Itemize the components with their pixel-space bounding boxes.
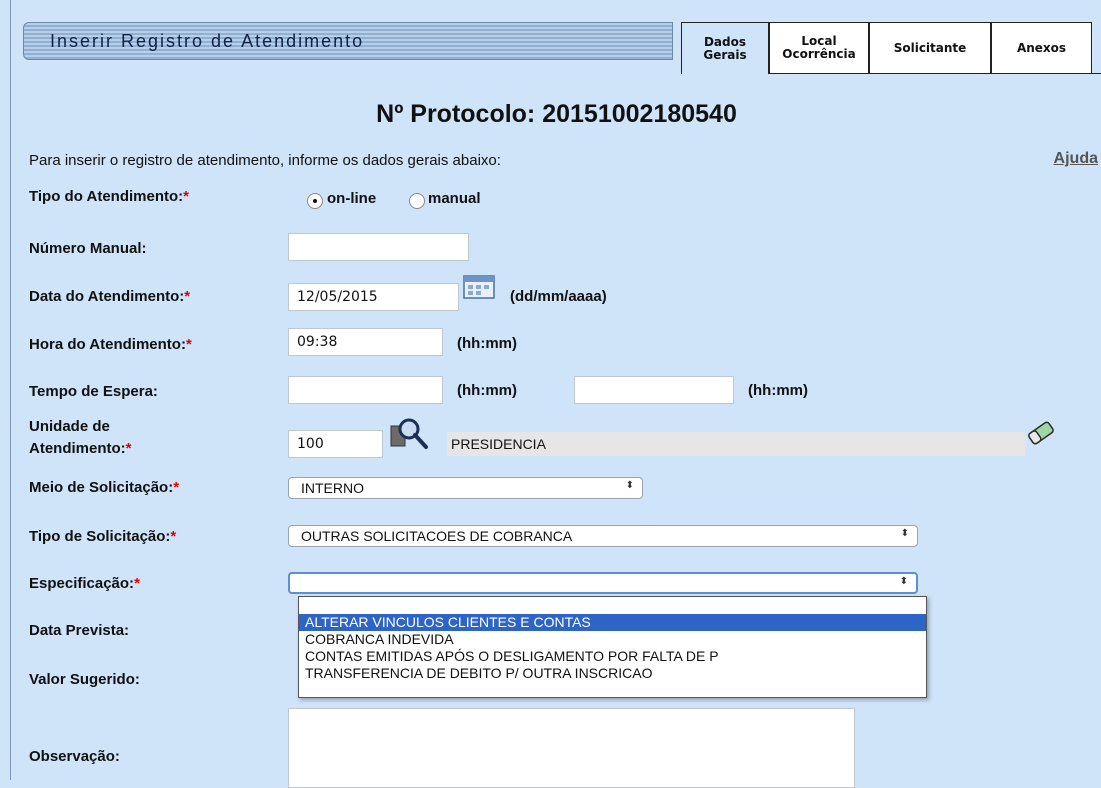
tipo-solicitacao-select[interactable]: OUTRAS SOLICITACOES DE COBRANCA ⬍ [288,525,918,547]
tempo-espera-end-input[interactable] [574,376,734,404]
data-format-hint: (dd/mm/aaaa) [510,288,607,305]
dropdown-option[interactable]: TRANSFERENCIA DE DEBITO P/ OUTRA INSCRIC… [299,665,926,682]
help-link[interactable]: Ajuda [1054,150,1098,168]
especificacao-dropdown-list: ALTERAR VINCULOS CLIENTES E CONTAS COBRA… [298,596,927,698]
label-tempo-espera: Tempo de Espera: [29,383,158,400]
meio-solicitacao-select[interactable]: INTERNO ⬍ [288,477,643,499]
header-bar: Inserir Registro de Atendimento [23,22,673,60]
radio-online[interactable] [307,193,323,209]
label-data-atendimento: Data do Atendimento:* [29,288,191,305]
dropdown-option[interactable]: COBRANCA INDEVIDA [299,631,926,648]
chevron-updown-icon: ⬍ [899,576,908,587]
unidade-code-input[interactable]: 100 [288,430,383,458]
tempo-format-hint-2: (hh:mm) [748,382,808,399]
tab-anexos[interactable]: Anexos [991,22,1092,74]
hora-format-hint: (hh:mm) [457,335,517,352]
label-unidade-line1: Unidade de [29,418,110,435]
radio-online-label: on-line [327,190,377,207]
especificacao-select[interactable]: ⬍ [288,572,918,594]
form-page: Inserir Registro de Atendimento Dados Ge… [10,0,1101,788]
chevron-updown-icon: ⬍ [900,528,909,539]
dropdown-option[interactable]: ALTERAR VINCULOS CLIENTES E CONTAS [299,614,926,631]
radio-manual[interactable] [409,193,425,209]
tempo-format-hint-1: (hh:mm) [457,382,517,399]
hora-atendimento-input[interactable]: 09:38 [288,328,443,356]
observacao-textarea[interactable] [288,708,855,788]
required-mark: * [183,188,189,205]
label-tipo-atendimento: Tipo do Atendimento:* [29,188,189,205]
label-hora-atendimento: Hora do Atendimento:* [29,336,192,353]
label-valor-sugerido: Valor Sugerido: [29,671,140,688]
intro-text: Para inserir o registro de atendimento, … [29,152,501,169]
tab-dados-gerais[interactable]: Dados Gerais [681,22,769,74]
search-icon[interactable] [389,416,429,450]
page-title: Inserir Registro de Atendimento [50,31,365,51]
tab-local-ocorrencia[interactable]: Local Ocorrência [769,22,869,74]
calendar-icon[interactable] [463,275,495,299]
tempo-espera-start-input[interactable] [288,376,443,404]
unidade-name-display: PRESIDENCIA [447,432,1025,456]
dropdown-option[interactable]: CONTAS EMITIDAS APÓS O DESLIGAMENTO POR … [299,648,926,665]
numero-manual-input[interactable] [288,233,469,261]
data-atendimento-input[interactable]: 12/05/2015 [288,283,459,311]
label-observacao: Observação: [29,748,120,765]
chevron-updown-icon: ⬍ [625,480,634,491]
label-tipo-solicitacao: Tipo de Solicitação:* [29,528,177,545]
dropdown-option[interactable] [299,597,926,614]
label-unidade-line2: Atendimento:* [29,440,132,457]
label-numero-manual: Número Manual: [29,240,147,257]
label-especificacao: Especificação:* [29,575,140,592]
tab-solicitante[interactable]: Solicitante [869,22,991,74]
radio-manual-label: manual [428,190,481,207]
protocol-number: Nº Protocolo: 20151002180540 [376,100,737,128]
tab-underline [769,73,1101,74]
label-data-prevista: Data Prevista: [29,622,130,639]
eraser-icon[interactable] [1025,418,1057,448]
label-meio-solicitacao: Meio de Solicitação:* [29,479,180,496]
